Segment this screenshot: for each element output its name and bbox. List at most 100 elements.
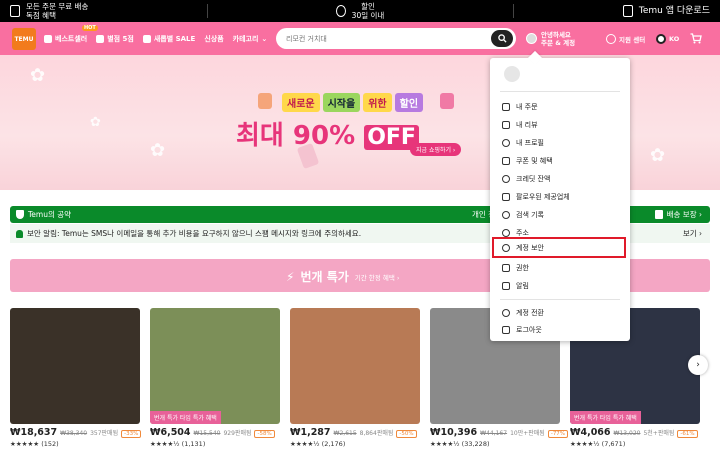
nav-new-arrivals[interactable]: 신상품 [204, 34, 223, 44]
sale-percent: 최대 90% [236, 121, 356, 151]
store-icon [502, 192, 510, 201]
menu-item-label: 쿠폰 및 혜택 [516, 156, 553, 165]
deal-tag: 번개 특가 타임 특가 혜택 [570, 411, 641, 424]
menu-item-coupons[interactable]: 쿠폰 및 혜택 [500, 152, 620, 169]
gift-decoration [258, 93, 272, 109]
account-dropdown-menu: 내 주문 내 리뷰 내 프로필 쿠폰 및 혜택 크레딧 잔액 팔로우된 제공업체… [490, 50, 630, 341]
product-price: ₩18,637 [10, 427, 58, 438]
chevron-right-icon: › [696, 360, 700, 370]
temu-logo[interactable]: TEMU [12, 28, 36, 50]
shop-now-button[interactable]: 지금 쇼핑하기 › [410, 143, 462, 156]
divider [207, 4, 208, 18]
original-price: ₩38,340 [60, 430, 88, 437]
menu-item-account-security[interactable]: 계정 보안 [492, 237, 626, 258]
language-label: KO [669, 34, 680, 43]
app-download-link[interactable]: Temu 앱 다운로드 [622, 0, 710, 22]
bell-icon [16, 229, 23, 238]
order-icon [502, 102, 510, 111]
free-shipping-promo[interactable]: 모든 주문 무료 배송 독점 혜택 [10, 0, 88, 22]
switch-account-icon [502, 308, 510, 317]
divider [513, 4, 514, 18]
menu-item-reviews[interactable]: 내 리뷰 [500, 116, 620, 133]
new-icon [142, 34, 151, 43]
menu-item-permissions[interactable]: 권한 [500, 259, 620, 276]
sale-headline: 최대 90% OFF [236, 115, 419, 152]
cart-button[interactable] [690, 22, 702, 55]
star-icon [96, 34, 105, 43]
avatar [526, 33, 537, 44]
account-menu-button[interactable]: 안녕하세요 주문 & 계정 [526, 22, 575, 55]
support-center-link[interactable]: 지원 센터 [606, 22, 645, 55]
korea-flag-icon [656, 33, 666, 44]
truck-icon [10, 5, 20, 17]
divider [500, 91, 620, 92]
menu-item-label: 검색 기록 [516, 210, 544, 219]
discount-badge: -50% [396, 430, 417, 438]
nav-five-star[interactable]: 별점 5점 [96, 34, 134, 44]
menu-item-credit[interactable]: 크레딧 잔액 [500, 170, 620, 187]
nav-categories[interactable]: 카테고리 ⌄ [233, 34, 268, 44]
banner-headline: 새로운 시작을 위한 할인 [282, 93, 424, 112]
permission-icon [502, 263, 510, 272]
delivery-guarantee-label: 배송 보장 › [666, 210, 702, 219]
original-price: ₩15,540 [193, 430, 221, 437]
product-image [10, 308, 140, 424]
menu-item-label: 내 주문 [516, 102, 538, 111]
returns-promo[interactable]: 할인 30일 이내 [300, 0, 420, 22]
menu-item-label: 내 프로필 [516, 138, 544, 147]
menu-item-label: 계정 전환 [516, 308, 544, 317]
menu-item-label: 로그아웃 [516, 325, 542, 334]
menu-item-notifications[interactable]: 알림 [500, 277, 620, 294]
sold-count: 10만+판매됨 [510, 430, 545, 437]
menu-item-orders[interactable]: 내 주문 [500, 98, 620, 115]
rating: ★★★★½ (33,228) [430, 440, 490, 448]
search-button[interactable] [491, 30, 513, 47]
security-notice-text: 보안 알림: Temu는 SMS나 이메일을 통해 추가 비용을 요구하지 않으… [27, 229, 362, 238]
shield-icon [16, 210, 24, 219]
nav-label: 신상품 [204, 34, 224, 43]
discount-badge: -58% [254, 430, 275, 438]
lightning-icon: ⚡ [286, 269, 295, 284]
chevron-down-icon: ⌄ [261, 34, 268, 43]
sold-count: 357판매됨 [90, 430, 119, 437]
truck-icon [654, 210, 663, 219]
product-image: 번개 특가 타임 특가 혜택 [150, 308, 280, 424]
product-card[interactable]: ₩1,287 ₩2,615 8,864판매됨 -50% ★★★★½ (2,176) [290, 308, 420, 468]
menu-item-profile[interactable]: 내 프로필 [500, 134, 620, 151]
product-price: ₩6,504 [150, 427, 191, 438]
nav-new-sale[interactable]: 새롭별 SALE [142, 34, 195, 44]
sold-count: 8,864판매됨 [359, 430, 394, 437]
product-card[interactable]: ₩18,637 ₩38,340 357판매됨 -33% ★★★★★ (152) [10, 308, 142, 468]
menu-item-followed-sellers[interactable]: 팔로우된 제공업체 [500, 188, 620, 205]
discount-badge: -33% [121, 430, 142, 438]
menu-item-label: 알림 [516, 281, 529, 290]
promise-label: Temu의 공약 [28, 210, 72, 219]
search-input[interactable] [276, 28, 476, 49]
main-header: TEMU 베스트셀러 HOT 별점 5점 새롭별 SALE 신상품 카테고리 ⌄ [0, 22, 720, 55]
nav-bestsellers[interactable]: 베스트셀러 HOT [44, 24, 98, 44]
menu-item-label: 권한 [516, 263, 529, 272]
language-selector[interactable]: KO [656, 22, 679, 55]
flower-decoration: ✿ [650, 145, 666, 166]
original-price: ₩13,020 [613, 430, 641, 437]
flower-decoration: ✿ [150, 140, 166, 161]
menu-item-label: 주소 [516, 228, 529, 237]
logo-text: TEMU [14, 35, 34, 43]
flower-decoration: ✿ [90, 115, 101, 130]
avatar [504, 66, 520, 82]
coupon-icon [502, 156, 510, 165]
search-bar [276, 28, 516, 49]
menu-item-switch-account[interactable]: 계정 전환 [500, 304, 620, 321]
support-label: 지원 센터 [619, 35, 646, 44]
flower-decoration: ✿ [30, 65, 46, 86]
gift-decoration [440, 93, 454, 109]
exclusive-benefit-text: 독점 혜택 [26, 11, 56, 20]
returns-icon [335, 5, 346, 17]
top-promo-bar: 모든 주문 무료 배송 독점 혜택 할인 30일 이내 Temu 앱 다운로드 [0, 0, 720, 22]
view-more-link[interactable]: 보기 › [683, 228, 702, 239]
menu-item-search-history[interactable]: 검색 기록 [500, 206, 620, 223]
security-icon [502, 243, 510, 252]
carousel-next-button[interactable]: › [688, 355, 708, 375]
product-card[interactable]: 번개 특가 타임 특가 혜택 ₩6,504 ₩15,540 929판매됨 -58% ★… [150, 308, 280, 468]
menu-item-logout[interactable]: 로그아웃 [500, 321, 620, 338]
